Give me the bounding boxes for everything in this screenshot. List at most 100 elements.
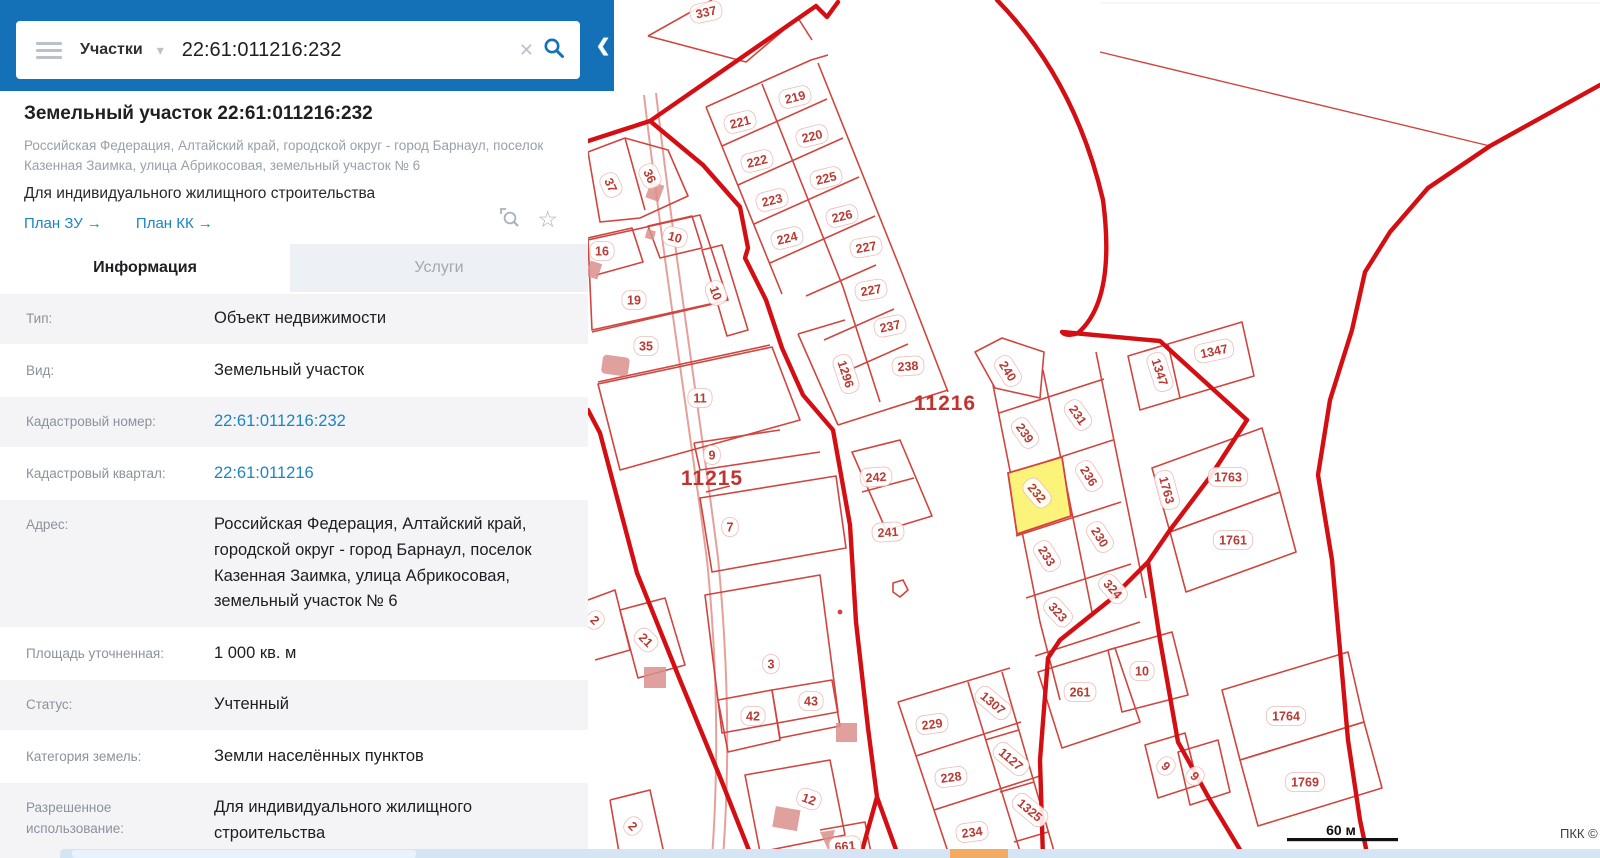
parcel-label-234[interactable]: 234: [955, 820, 989, 843]
parcel-label-239[interactable]: 239: [1008, 415, 1042, 452]
parcel-label-233[interactable]: 233: [1031, 537, 1064, 574]
table-row: Статус: Учтенный: [0, 678, 588, 732]
parcel-label-1296[interactable]: 1296: [831, 352, 861, 395]
parcel-label-227[interactable]: 227: [849, 235, 884, 259]
svg-text:3: 3: [768, 658, 775, 672]
parcel-info-panel: Земельный участок 22:61:011216:232 Росси…: [0, 91, 588, 858]
parcel-label-238[interactable]: 238: [891, 355, 925, 377]
parcel-label-324[interactable]: 324: [1095, 571, 1130, 607]
map-canvas[interactable]: 3372212192222202232252242262272272372381…: [585, 0, 1600, 858]
parcel-label-241[interactable]: 241: [871, 521, 905, 543]
cadastral-map[interactable]: 337 221 219 222 220 223 225 224 226 227 227 237 238 1…: [585, 0, 1600, 858]
parcel-label-11[interactable]: 11: [687, 388, 713, 408]
map-scale-bar: 60 м: [1287, 822, 1398, 842]
parcel-label-242[interactable]: 242: [859, 466, 893, 488]
parcel-label-227[interactable]: 227: [854, 278, 889, 302]
parcel-label-7[interactable]: 7: [721, 517, 739, 537]
parcel-label-229[interactable]: 229: [915, 712, 949, 735]
parcel-label-9[interactable]: 9: [1153, 753, 1178, 778]
parcel-label-1325[interactable]: 1325: [1009, 790, 1051, 830]
parcel-label-237[interactable]: 237: [872, 313, 907, 338]
parcel-label-19[interactable]: 19: [621, 290, 647, 310]
svg-text:1763: 1763: [1214, 471, 1242, 485]
table-row: Категория земель: Земли населённых пункт…: [0, 731, 588, 782]
favorite-star-icon[interactable]: ☆: [537, 208, 558, 231]
app-window: 337 221 219 222 220 223 225 224 226 227 227 237 238 1…: [0, 0, 1600, 858]
parcel-label-228[interactable]: 228: [934, 765, 968, 788]
search-category-select[interactable]: Участки: [80, 41, 143, 59]
map-attribution: ПКК ©: [1560, 826, 1598, 841]
tab-services[interactable]: Услуги: [290, 244, 588, 293]
parcel-label-231[interactable]: 231: [1061, 397, 1095, 434]
parcel-label-220[interactable]: 220: [794, 123, 829, 149]
parcel-label-1763[interactable]: 1763: [1207, 467, 1249, 487]
parcel-label-1769[interactable]: 1769: [1284, 772, 1326, 792]
quarter-label-11215: 11215: [681, 467, 743, 490]
parcel-label-37[interactable]: 37: [597, 170, 624, 200]
svg-text:19: 19: [627, 294, 641, 308]
parcel-label-16[interactable]: 16: [589, 241, 615, 261]
parcel-label-9[interactable]: 9: [703, 445, 721, 465]
parcel-label-221[interactable]: 221: [722, 109, 757, 135]
parcel-label-337[interactable]: 337: [688, 0, 723, 25]
svg-text:261: 261: [1070, 686, 1091, 700]
parcel-label-1763[interactable]: 1763: [1153, 469, 1182, 512]
parcel-label-42[interactable]: 42: [740, 706, 766, 726]
parcel-label-1764[interactable]: 1764: [1265, 706, 1307, 726]
search-input[interactable]: [181, 38, 511, 62]
chevron-down-icon[interactable]: ▾: [157, 42, 164, 59]
svg-text:35: 35: [639, 340, 653, 354]
svg-text:11: 11: [693, 392, 706, 406]
svg-text:1761: 1761: [1219, 534, 1247, 548]
search-header: Участки ▾ ✕ ❮: [0, 0, 614, 91]
panel-tabs: Информация Услуги: [0, 244, 588, 293]
svg-text:238: 238: [897, 359, 919, 374]
parcel-label-225[interactable]: 225: [808, 165, 843, 191]
svg-text:43: 43: [804, 695, 818, 709]
table-row: Адрес: Российская Федерация, Алтайский к…: [0, 498, 588, 629]
parcel-address-note: Российская Федерация, Алтайский край, го…: [24, 138, 544, 173]
svg-text:241: 241: [877, 525, 899, 540]
svg-text:9: 9: [709, 449, 716, 463]
clear-search-icon[interactable]: ✕: [511, 40, 542, 61]
parcel-label-10[interactable]: 10: [703, 278, 729, 307]
cadastral-quarter-link[interactable]: 22:61:011216: [214, 461, 574, 487]
svg-text:16: 16: [595, 245, 609, 259]
parcel-label-323[interactable]: 323: [1040, 594, 1075, 630]
tab-information[interactable]: Информация: [0, 244, 290, 293]
parcel-label-12[interactable]: 12: [794, 786, 823, 812]
svg-text:1764: 1764: [1272, 710, 1300, 724]
parcel-label-224[interactable]: 224: [769, 225, 804, 251]
parcel-label-219[interactable]: 219: [777, 84, 812, 110]
quarter-label-11216: 11216: [914, 392, 976, 415]
taskbar-strip-highlight: [72, 850, 416, 858]
parcel-label-2[interactable]: 2: [620, 813, 645, 838]
parcel-label-35[interactable]: 35: [633, 336, 659, 356]
parcel-label-10[interactable]: 10: [661, 225, 689, 250]
parcel-label-3[interactable]: 3: [762, 654, 780, 674]
search-icon[interactable]: [542, 36, 566, 65]
svg-text:229: 229: [921, 716, 944, 733]
plan-kk-link[interactable]: План КК →: [136, 215, 213, 232]
parcel-label-21[interactable]: 21: [631, 625, 662, 656]
svg-text:242: 242: [865, 470, 887, 485]
arrow-icon: →: [197, 215, 213, 233]
plan-zu-link[interactable]: План ЗУ →: [24, 215, 102, 232]
parcel-label-2[interactable]: 2: [585, 607, 608, 632]
parcel-label-236[interactable]: 236: [1073, 457, 1106, 494]
menu-icon[interactable]: [36, 38, 62, 63]
parcel-label-230[interactable]: 230: [1084, 518, 1117, 555]
collapse-panel-icon[interactable]: ❮: [596, 36, 610, 56]
parcel-label-10[interactable]: 10: [1129, 661, 1155, 681]
table-row: Вид: Земельный участок: [0, 345, 588, 396]
locate-on-plan-icon[interactable]: [497, 205, 521, 234]
cadastral-number-link[interactable]: 22:61:011216:232: [214, 409, 574, 435]
svg-text:60 м: 60 м: [1326, 822, 1356, 838]
parcel-label-240[interactable]: 240: [992, 352, 1025, 389]
parcel-label-261[interactable]: 261: [1063, 682, 1097, 702]
parcel-label-43[interactable]: 43: [798, 691, 824, 711]
parcel-label-223[interactable]: 223: [754, 187, 789, 213]
svg-text:42: 42: [746, 710, 760, 724]
parcel-label-1347[interactable]: 1347: [1193, 338, 1235, 365]
parcel-label-1761[interactable]: 1761: [1212, 530, 1254, 550]
